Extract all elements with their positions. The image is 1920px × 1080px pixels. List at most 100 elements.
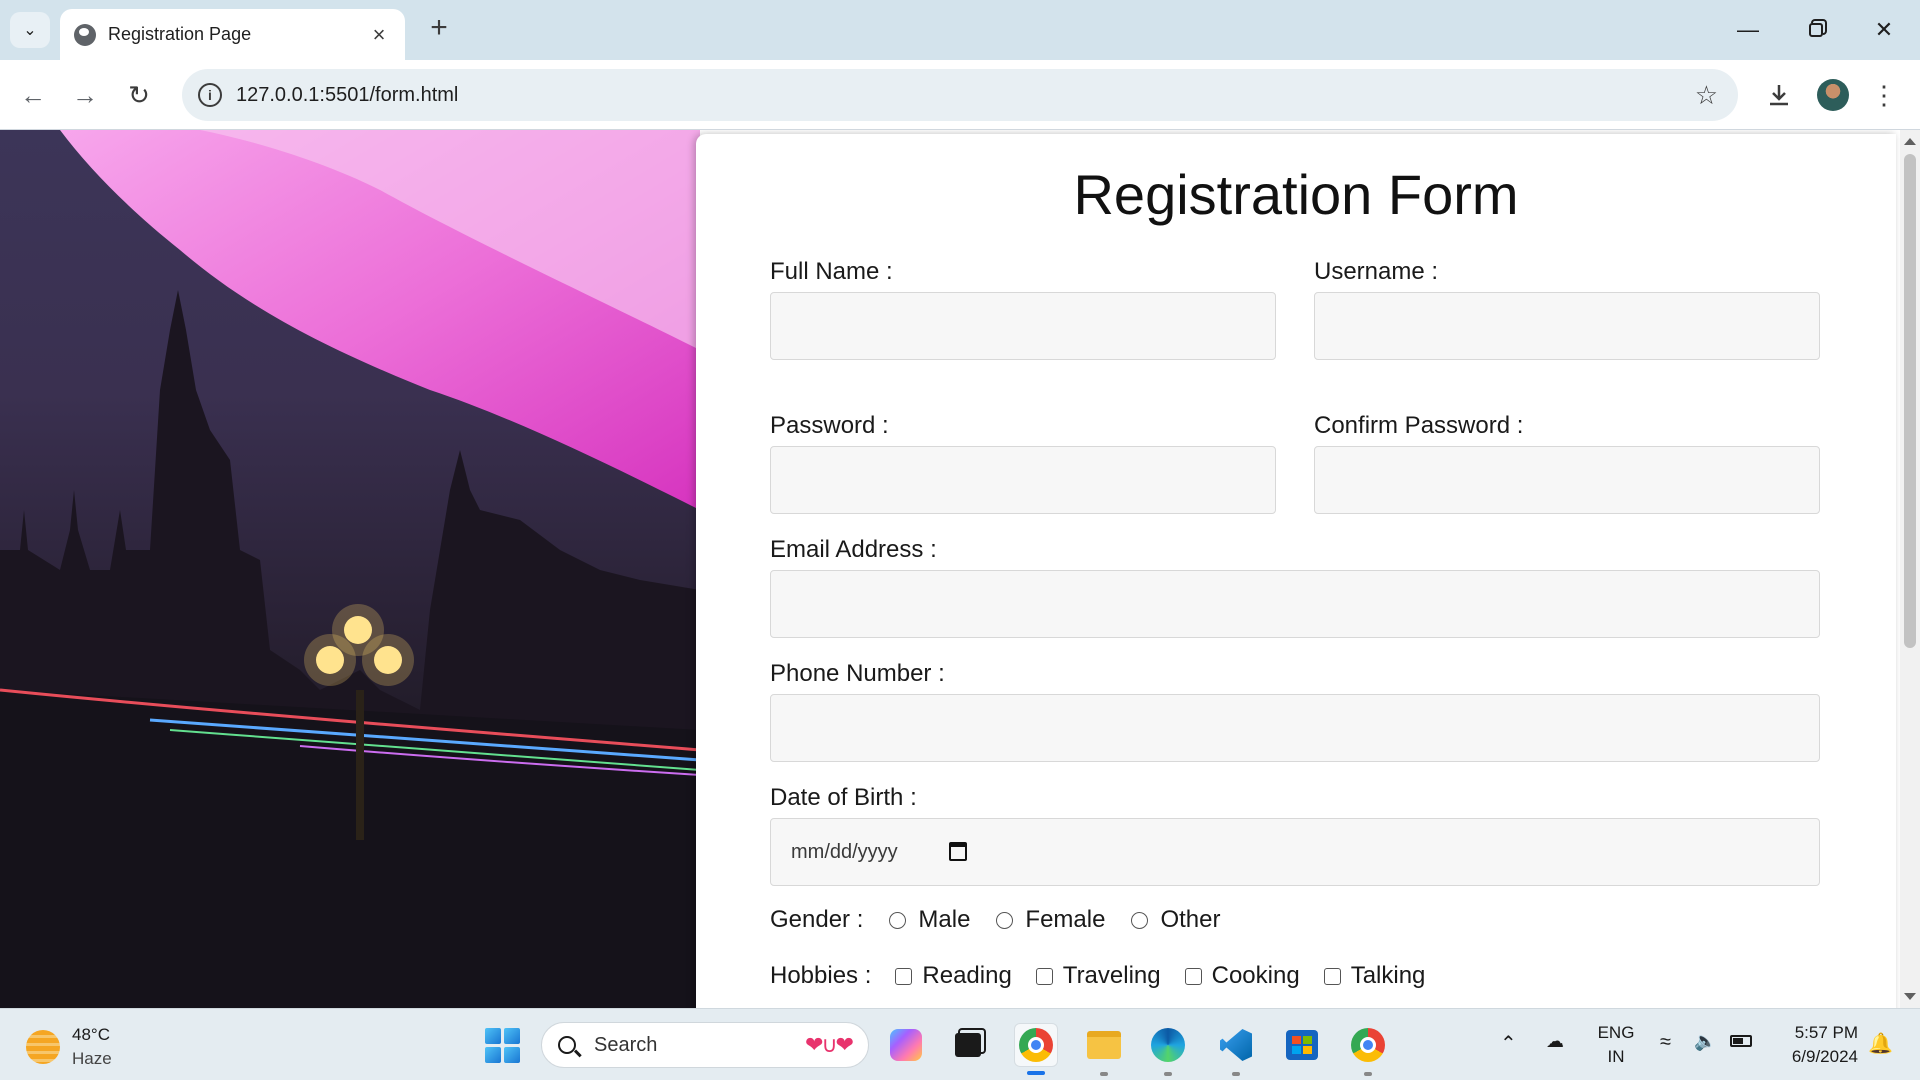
- new-tab-button[interactable]: +: [424, 13, 454, 44]
- battery-button[interactable]: [1730, 1031, 1752, 1052]
- open-indicator: [1232, 1072, 1240, 1076]
- onedrive-button[interactable]: ☁: [1546, 1031, 1564, 1052]
- lang-line1: ENG: [1597, 1023, 1635, 1042]
- open-indicator: [1364, 1072, 1372, 1076]
- browser-tab-strip: ⌄ Registration Page × + — ✕: [0, 0, 1920, 60]
- download-icon: [1770, 85, 1788, 106]
- scroll-down-icon[interactable]: [1904, 993, 1916, 1000]
- address-bar[interactable]: i 127.0.0.1:5501/form.html ☆: [182, 69, 1738, 121]
- url-text[interactable]: 127.0.0.1:5501/form.html: [236, 84, 1695, 107]
- store-button[interactable]: [1280, 1023, 1324, 1067]
- weather-widget[interactable]: 48°C Haze: [26, 1023, 112, 1071]
- site-info-icon[interactable]: i: [198, 83, 222, 107]
- hobby-checkbox-reading[interactable]: [895, 967, 913, 985]
- clock-date: 6/9/2024: [1791, 1047, 1858, 1066]
- restore-button[interactable]: [1786, 12, 1846, 48]
- notifications-button[interactable]: 🔔: [1868, 1031, 1893, 1056]
- username-input[interactable]: [1314, 292, 1820, 360]
- hobbies-label: Hobbies :: [770, 962, 872, 989]
- wifi-button[interactable]: ≈: [1660, 1031, 1671, 1054]
- phone-input[interactable]: [770, 694, 1820, 762]
- gender-option-label[interactable]: Female: [1025, 906, 1105, 934]
- email-input[interactable]: [770, 570, 1820, 638]
- background-image: [0, 130, 700, 1008]
- gender-group: Gender : Male Female Other: [770, 906, 1220, 934]
- hobby-checkbox-traveling[interactable]: [1035, 967, 1053, 985]
- gender-radio-male[interactable]: [889, 911, 907, 929]
- gender-label: Gender :: [770, 906, 864, 933]
- hobby-option-label[interactable]: Cooking: [1212, 962, 1300, 990]
- browser-tab[interactable]: Registration Page ×: [60, 9, 405, 60]
- scrollbar-thumb[interactable]: [1904, 154, 1916, 648]
- scroll-up-icon[interactable]: [1904, 138, 1916, 145]
- windows-taskbar: 48°C Haze Search ❤∪❤ ⌃ ☁ ENG IN ≈ 🔈 5:57…: [0, 1008, 1920, 1080]
- more-vert-icon: ⋮: [1871, 79, 1897, 110]
- full-name-input[interactable]: [770, 292, 1276, 360]
- hobby-checkbox-talking[interactable]: [1323, 967, 1341, 985]
- chevron-down-icon: ⌄: [23, 22, 37, 39]
- profile-button[interactable]: [1816, 78, 1850, 112]
- hobby-checkbox-cooking[interactable]: [1184, 967, 1202, 985]
- back-button[interactable]: ←: [14, 76, 52, 114]
- globe-icon: [74, 23, 96, 46]
- bell-icon: 🔔: [1868, 1033, 1893, 1055]
- page-scrollbar[interactable]: [1900, 130, 1920, 1008]
- password-input[interactable]: [770, 446, 1276, 514]
- tab-search-button[interactable]: ⌄: [10, 12, 50, 48]
- forward-button[interactable]: →: [66, 76, 104, 114]
- confirm-password-input[interactable]: [1314, 446, 1820, 514]
- dob-input[interactable]: mm/dd/yyyy: [770, 818, 1820, 886]
- reload-button[interactable]: ↻: [120, 76, 158, 114]
- language-indicator[interactable]: ENG IN: [1596, 1021, 1636, 1069]
- close-window-button[interactable]: ✕: [1854, 12, 1914, 48]
- hobbies-group: Hobbies : Reading Traveling Cooking Talk…: [770, 962, 1425, 990]
- chrome-taskbar-button[interactable]: [1014, 1023, 1058, 1075]
- minimize-button[interactable]: —: [1718, 12, 1778, 48]
- bookmark-star-icon[interactable]: ☆: [1695, 80, 1718, 111]
- tab-title: Registration Page: [108, 24, 252, 44]
- gender-radio-female[interactable]: [996, 911, 1014, 929]
- password-label: Password :: [770, 412, 889, 439]
- edge-button[interactable]: [1146, 1023, 1190, 1076]
- chrome-profile-button[interactable]: [1346, 1023, 1390, 1076]
- weather-temp: 48°C: [72, 1025, 110, 1044]
- hobby-option-label[interactable]: Reading: [922, 962, 1011, 990]
- haze-sun-icon: [26, 1030, 60, 1064]
- page-viewport: Registration Form Full Name : Username :…: [0, 130, 1900, 1008]
- open-indicator: [1100, 1072, 1108, 1076]
- active-indicator: [1027, 1071, 1045, 1075]
- downloads-button[interactable]: [1762, 78, 1796, 112]
- lang-line2: IN: [1607, 1047, 1625, 1066]
- wifi-icon: ≈: [1660, 1031, 1671, 1053]
- taskbar-search[interactable]: Search ❤∪❤: [541, 1022, 869, 1068]
- copilot-button[interactable]: [884, 1023, 928, 1067]
- full-name-label: Full Name :: [770, 258, 893, 285]
- gender-option-label[interactable]: Other: [1160, 906, 1220, 934]
- gender-radio-other[interactable]: [1131, 911, 1149, 929]
- store-icon: [1286, 1030, 1318, 1060]
- hobby-option-label[interactable]: Talking: [1351, 962, 1426, 990]
- clock-time: 5:57 PM: [1794, 1023, 1858, 1042]
- volume-button[interactable]: 🔈: [1694, 1031, 1716, 1052]
- form-title: Registration Form: [1073, 163, 1519, 226]
- confirm-password-label: Confirm Password :: [1314, 412, 1524, 439]
- clock[interactable]: 5:57 PM 6/9/2024: [1776, 1021, 1858, 1069]
- hearts-stethoscope-icon: ❤∪❤: [805, 1032, 854, 1057]
- edge-icon: [1151, 1028, 1185, 1062]
- menu-button[interactable]: ⋮: [1871, 78, 1897, 112]
- speaker-icon: 🔈: [1694, 1031, 1717, 1051]
- task-view-button[interactable]: [946, 1023, 990, 1067]
- file-explorer-button[interactable]: [1082, 1023, 1126, 1076]
- start-button[interactable]: [480, 1023, 524, 1067]
- hobby-option-label[interactable]: Traveling: [1063, 962, 1161, 990]
- arrow-right-icon: →: [72, 79, 98, 110]
- close-tab-icon[interactable]: ×: [367, 22, 391, 48]
- show-hidden-icons-button[interactable]: ⌃: [1500, 1031, 1517, 1056]
- search-icon: [558, 1036, 576, 1054]
- avatar: [1817, 79, 1849, 111]
- browser-toolbar: ← → ↻ i 127.0.0.1:5501/form.html ☆ ⋮: [0, 60, 1920, 130]
- arrow-left-icon: ←: [20, 79, 46, 110]
- vscode-button[interactable]: [1214, 1023, 1258, 1076]
- gender-option-label[interactable]: Male: [918, 906, 970, 934]
- calendar-icon[interactable]: [949, 842, 967, 861]
